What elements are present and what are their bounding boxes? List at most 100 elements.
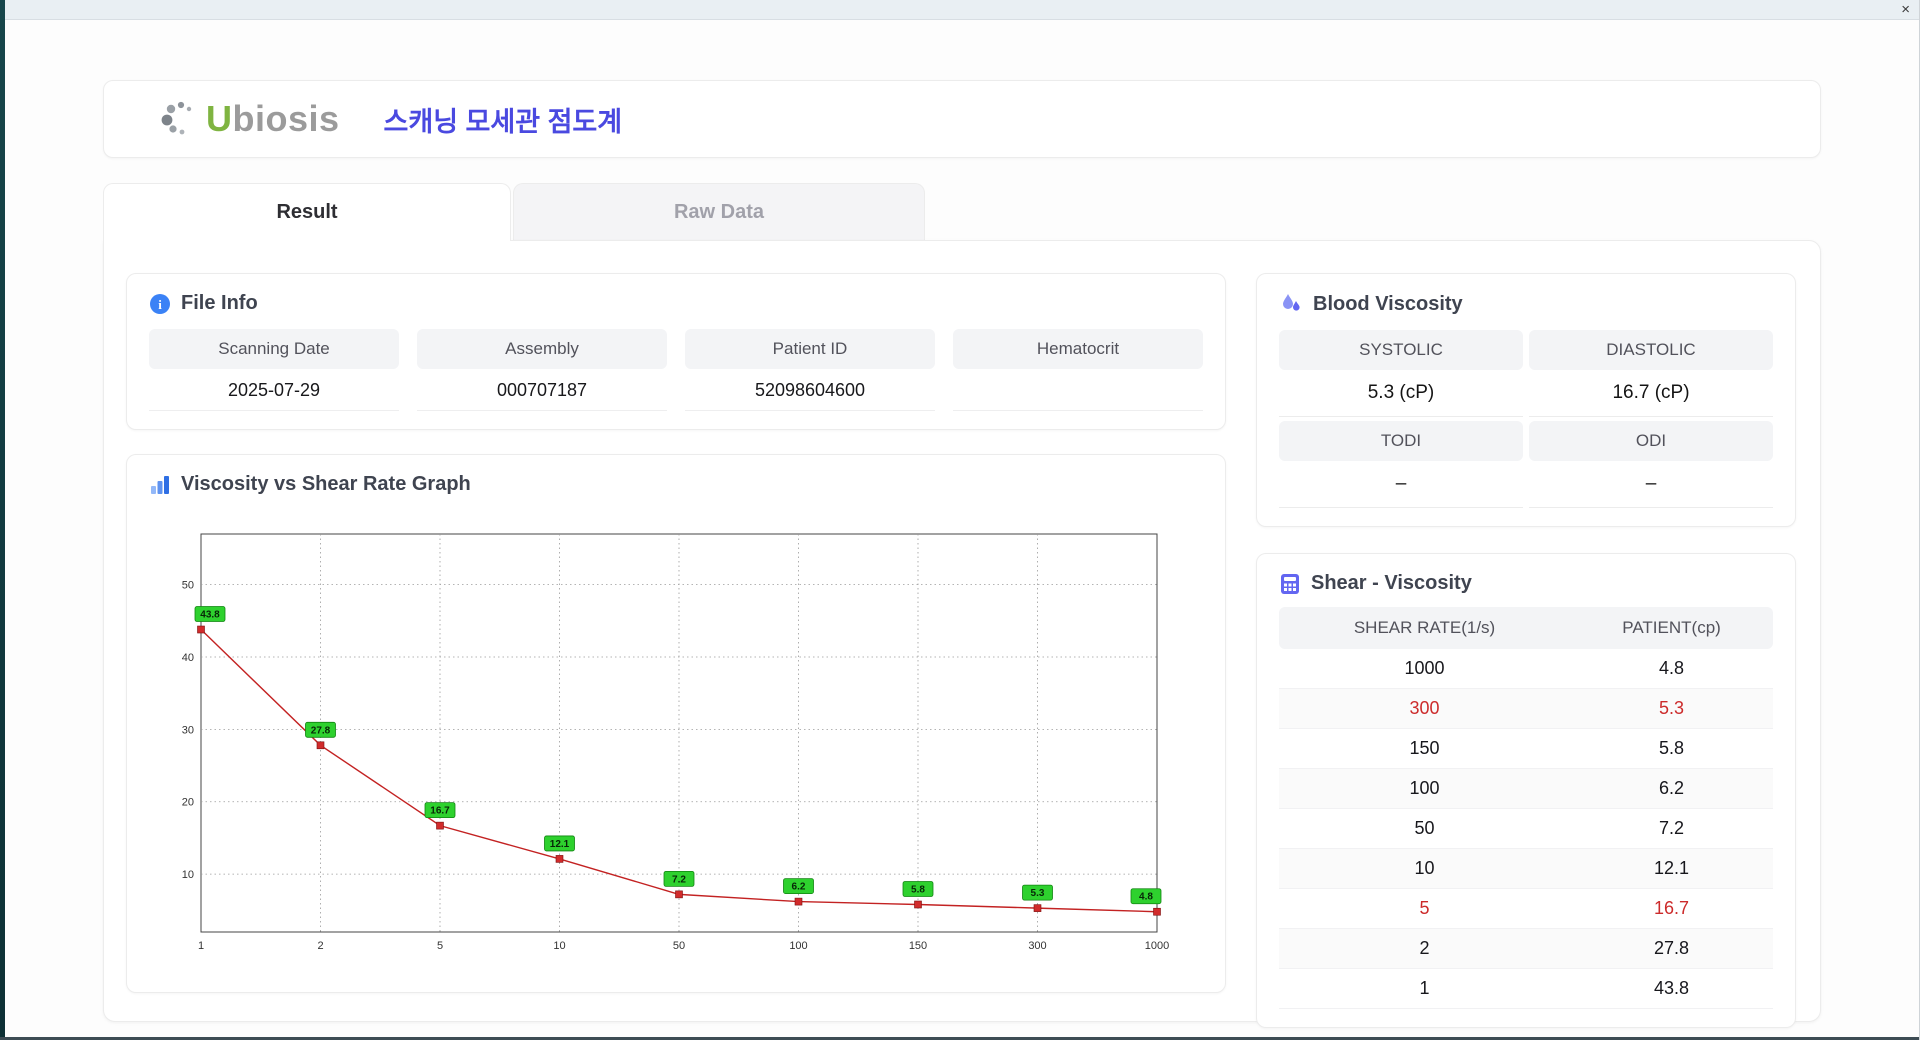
- logo-dots-icon: [161, 101, 192, 135]
- file-info-fields: Scanning Date 2025-07-29 Assembly 000707187…: [149, 329, 1203, 411]
- app-header: Ubiosis 스캐닝 모세관 점도계: [103, 80, 1821, 158]
- table-row: 1 43.8: [1279, 968, 1773, 1009]
- shear-viscosity-title: Shear - Viscosity: [1311, 572, 1472, 594]
- field-value: 52098604600: [685, 369, 935, 411]
- left-column: i File Info Scanning Date 2025-07-29 Assem…: [126, 273, 1226, 993]
- svg-text:5.8: 5.8: [911, 885, 925, 896]
- blood-viscosity-title-row: Blood Viscosity: [1279, 292, 1773, 316]
- window-titlebar: ×: [0, 0, 1919, 20]
- window-left-edge: [0, 0, 5, 1040]
- table-row: 5 16.7: [1279, 888, 1773, 929]
- col-patient: PATIENT(cp): [1570, 607, 1773, 649]
- bv-value: 5.3 (cP): [1279, 370, 1523, 417]
- field-label: Assembly: [417, 329, 667, 369]
- svg-text:10: 10: [182, 869, 194, 881]
- cell-shear-rate: 100: [1279, 768, 1571, 809]
- bv-header: TODI: [1279, 421, 1523, 461]
- blood-viscosity-card: Blood Viscosity SYSTOLIC DIASTOLIC 5.3 (cP…: [1256, 273, 1796, 527]
- file-info-field: Patient ID 52098604600: [685, 329, 935, 411]
- page-title: 스캐닝 모세관 점도계: [383, 106, 623, 137]
- bv-value: 16.7 (cP): [1529, 370, 1773, 417]
- tab-result[interactable]: Result: [103, 183, 511, 241]
- svg-text:1: 1: [198, 940, 204, 952]
- field-label: Hematocrit: [953, 329, 1203, 369]
- svg-text:40: 40: [182, 652, 194, 664]
- cell-patient-value: 7.2: [1570, 808, 1773, 849]
- graph-title: Viscosity vs Shear Rate Graph: [181, 473, 471, 495]
- bv-value-row: – –: [1279, 461, 1773, 508]
- svg-text:5.3: 5.3: [1031, 888, 1045, 899]
- bv-header-row: SYSTOLIC DIASTOLIC: [1279, 330, 1773, 370]
- cell-patient-value: 12.1: [1570, 848, 1773, 889]
- svg-text:16.7: 16.7: [430, 806, 450, 817]
- svg-text:100: 100: [789, 940, 807, 952]
- logo: Ubiosis: [158, 97, 340, 141]
- svg-text:50: 50: [182, 580, 194, 592]
- col-shear-rate: SHEAR RATE(1/s): [1279, 607, 1571, 649]
- svg-text:12.1: 12.1: [550, 839, 570, 850]
- svg-text:1000: 1000: [1145, 940, 1169, 952]
- calculator-icon: [1281, 573, 1299, 594]
- svg-text:300: 300: [1028, 940, 1046, 952]
- file-info-field: Scanning Date 2025-07-29: [149, 329, 399, 411]
- tab-bar: Result Raw Data: [103, 183, 1821, 241]
- svg-text:30: 30: [182, 724, 194, 736]
- cell-shear-rate: 1000: [1279, 649, 1571, 689]
- cell-patient-value: 16.7: [1570, 888, 1773, 929]
- cell-patient-value: 6.2: [1570, 768, 1773, 809]
- svg-text:20: 20: [182, 797, 194, 809]
- viscosity-chart: 1 2 5 10 50 100 150 300 1000 10 20 30 40 50 43.8 27.8 16…: [157, 510, 1203, 973]
- blood-viscosity-grid: SYSTOLIC DIASTOLIC 5.3 (cP) 16.7 (cP) TODI OD…: [1279, 330, 1773, 508]
- svg-text:10: 10: [553, 940, 565, 952]
- cell-shear-rate: 150: [1279, 728, 1571, 769]
- close-icon[interactable]: ×: [1901, 0, 1910, 20]
- bv-value: –: [1529, 461, 1773, 508]
- shear-viscosity-title-row: Shear - Viscosity: [1279, 572, 1773, 595]
- table-row: 50 7.2: [1279, 808, 1773, 849]
- bv-header: ODI: [1529, 421, 1773, 461]
- logo-text: Ubiosis: [206, 98, 340, 140]
- table-header-row: SHEAR RATE(1/s) PATIENT(cp): [1279, 607, 1773, 649]
- tab-raw-data[interactable]: Raw Data: [513, 183, 925, 241]
- bv-header: SYSTOLIC: [1279, 330, 1523, 370]
- svg-text:150: 150: [909, 940, 927, 952]
- cell-shear-rate: 1: [1279, 968, 1571, 1009]
- table-row: 1000 4.8: [1279, 649, 1773, 689]
- logo-rest: biosis: [232, 98, 340, 139]
- bv-header-row: TODI ODI: [1279, 421, 1773, 461]
- cell-patient-value: 43.8: [1570, 968, 1773, 1009]
- result-panel: i File Info Scanning Date 2025-07-29 Assem…: [103, 240, 1821, 1028]
- field-label: Patient ID: [685, 329, 935, 369]
- graph-title-row: Viscosity vs Shear Rate Graph: [149, 473, 1203, 496]
- cell-shear-rate: 50: [1279, 808, 1571, 849]
- cell-shear-rate: 10: [1279, 848, 1571, 889]
- page: Ubiosis 스캐닝 모세관 점도계 Result Raw Data i Fi…: [103, 80, 1821, 1028]
- cell-shear-rate: 300: [1279, 688, 1571, 729]
- svg-text:4.8: 4.8: [1139, 892, 1153, 903]
- right-column: Blood Viscosity SYSTOLIC DIASTOLIC 5.3 (cP…: [1256, 273, 1796, 1028]
- svg-text:6.2: 6.2: [792, 882, 806, 893]
- blood-viscosity-title: Blood Viscosity: [1313, 292, 1463, 315]
- info-icon: i: [150, 293, 170, 314]
- file-info-title: File Info: [181, 292, 258, 314]
- logo-u: U: [206, 98, 233, 139]
- shear-viscosity-rows: 1000 4.8 300 5.3 150 5.8 100 6.2 50 7.2 10 12.1 5 16.…: [1279, 649, 1773, 1009]
- svg-text:7.2: 7.2: [672, 874, 686, 885]
- cell-patient-value: 27.8: [1570, 928, 1773, 969]
- file-info-card: i File Info Scanning Date 2025-07-29 Assem…: [126, 273, 1226, 430]
- cell-shear-rate: 2: [1279, 928, 1571, 969]
- bv-value: –: [1279, 461, 1523, 508]
- svg-text:43.8: 43.8: [200, 610, 220, 621]
- table-row: 150 5.8: [1279, 728, 1773, 769]
- field-value: [953, 369, 1203, 411]
- graph-card: Viscosity vs Shear Rate Graph 1 2 5 10 50 100…: [126, 454, 1226, 993]
- viscosity-chart-svg: 1 2 5 10 50 100 150 300 1000 10 20 30 40 50 43.8 27.8 16…: [182, 533, 1169, 952]
- file-info-field: Hematocrit: [953, 329, 1203, 411]
- svg-text:27.8: 27.8: [311, 725, 331, 736]
- cell-patient-value: 5.8: [1570, 728, 1773, 769]
- file-info-field: Assembly 000707187: [417, 329, 667, 411]
- bv-value-row: 5.3 (cP) 16.7 (cP): [1279, 370, 1773, 417]
- field-label: Scanning Date: [149, 329, 399, 369]
- bv-header: DIASTOLIC: [1529, 330, 1773, 370]
- field-value: 2025-07-29: [149, 369, 399, 411]
